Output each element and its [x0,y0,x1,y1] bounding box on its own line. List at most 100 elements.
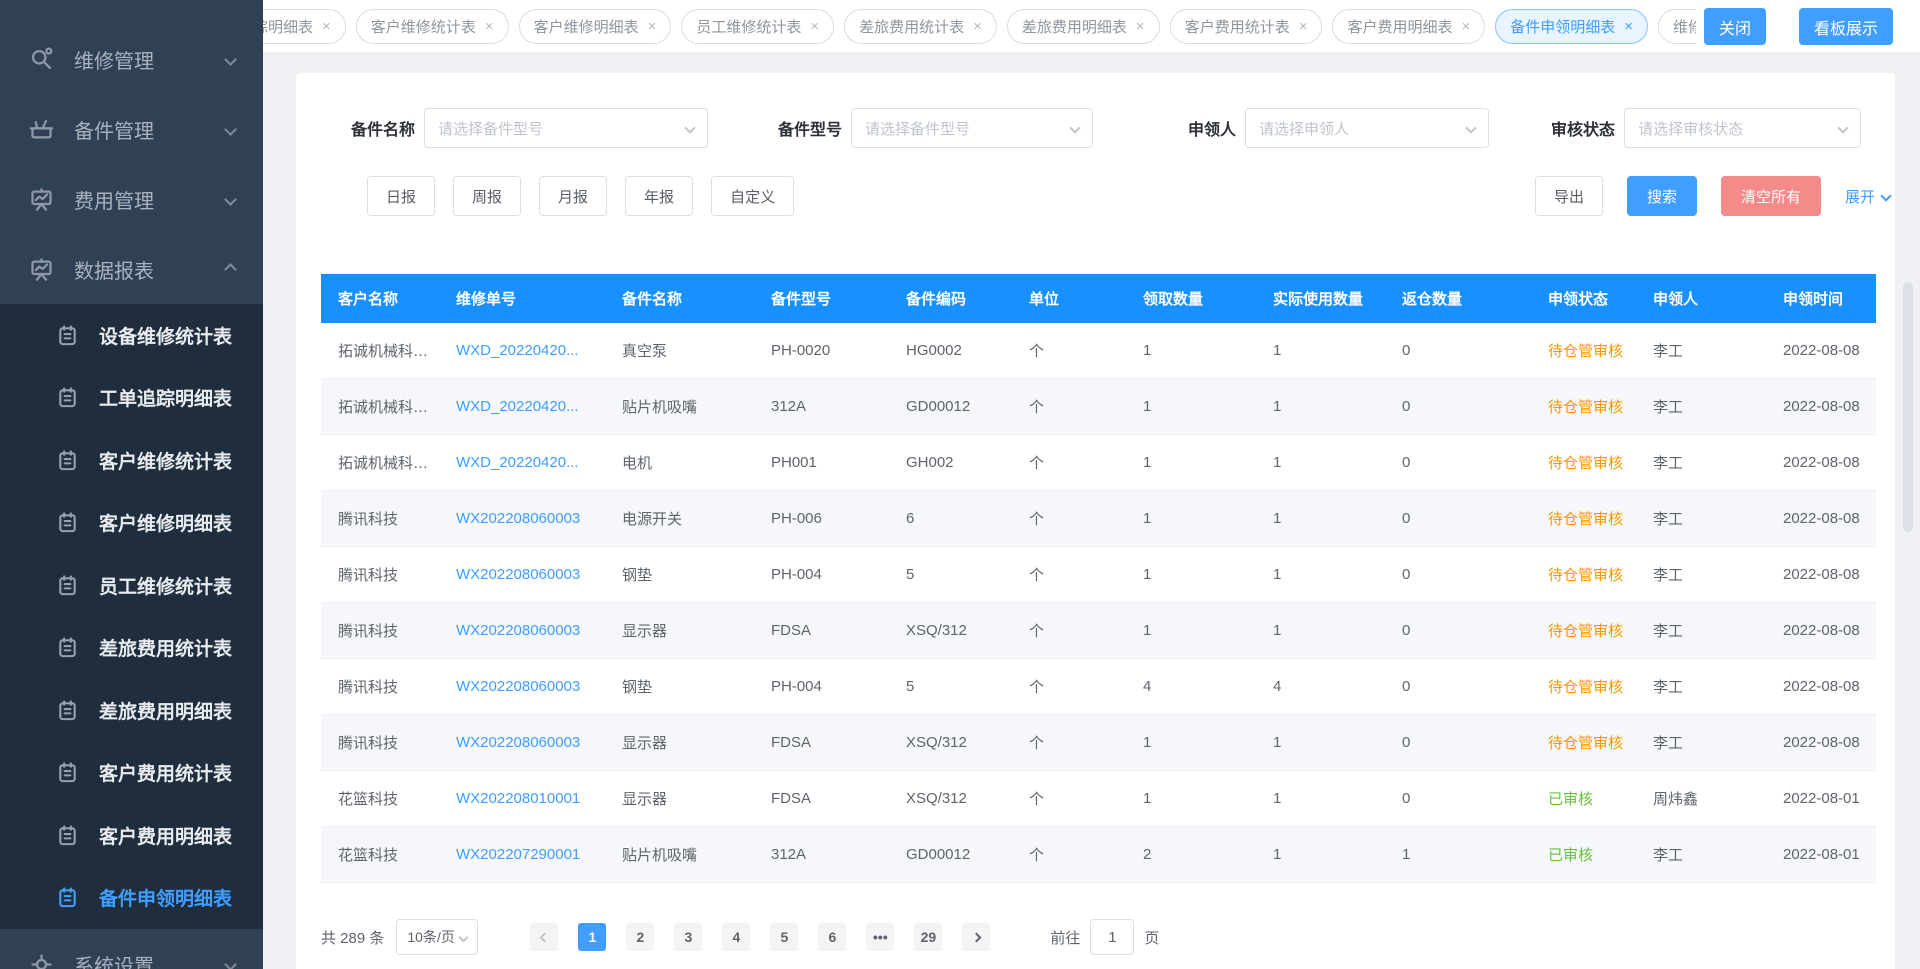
tab[interactable]: 客户费用统计表× [1170,9,1323,44]
scrollbar-thumb[interactable] [1903,282,1913,532]
sidebar-subitem[interactable]: 员工维修统计表 [0,554,263,617]
close-icon[interactable]: × [810,19,819,34]
expand-toggle[interactable]: 展开 [1845,186,1890,207]
goto-page-input[interactable]: 1 [1090,919,1134,955]
sidebar-subitem[interactable]: 设备维修统计表 [0,304,263,367]
period-button[interactable]: 月报 [539,176,607,216]
sidebar-subitem[interactable]: 客户维修明细表 [0,492,263,555]
close-icon[interactable]: × [1624,19,1633,34]
sidebar-item-report[interactable]: 数据报表 [0,234,263,304]
filter-group: 备件名称请选择备件型号 [351,108,708,148]
sidebar-item-expense[interactable]: 费用管理 [0,164,263,234]
period-button[interactable]: 年报 [625,176,693,216]
close-icon[interactable]: × [1136,19,1145,34]
notebook-icon [56,511,79,534]
export-button[interactable]: 导出 [1535,176,1603,216]
column-header-claimed-qty: 领取数量 [1126,288,1256,309]
page-button[interactable]: 3 [674,923,702,951]
page-button[interactable]: 6 [818,923,846,951]
page-button[interactable]: 5 [770,923,798,951]
cell-part-model: PH-004 [754,678,889,695]
cell-repair-order[interactable]: WX202208060003 [439,622,605,639]
close-icon[interactable]: × [1299,19,1308,34]
cell-repair-order[interactable]: WXD_20220420... [439,454,605,471]
total-count: 共 289 条 [321,927,384,948]
cell-used-qty: 4 [1256,678,1385,695]
close-icon[interactable]: × [973,19,982,34]
filter-select[interactable]: 请选择备件型号 [851,108,1093,148]
tab[interactable]: 客户费用明细表× [1332,9,1485,44]
sidebar-item-device[interactable]: 设备管理 [0,0,263,24]
pagination: 共 289 条 10条/页 123456•••29 前往 1 页 [321,919,1876,955]
cell-used-qty: 1 [1256,734,1385,751]
cell-repair-order[interactable]: WX202207290001 [439,846,605,863]
tab[interactable]: 工单追踪明细表× [263,9,346,44]
sidebar-subitem-label: 客户费用统计表 [99,759,232,786]
tab[interactable]: 差旅费用统计表× [844,9,997,44]
cell-unit: 个 [1012,732,1126,753]
page-button[interactable]: 1 [578,923,606,951]
cell-claim-status: 待仓管审核 [1531,452,1636,473]
next-page-button[interactable] [962,923,990,951]
cell-repair-order[interactable]: WX202208060003 [439,734,605,751]
cell-repair-order[interactable]: WX202208060003 [439,510,605,527]
cell-customer-name: 腾讯科技 [321,620,439,641]
tab[interactable]: 员工维修统计表× [681,9,834,44]
cell-used-qty: 1 [1256,790,1385,807]
cell-repair-order[interactable]: WX202208010001 [439,790,605,807]
cell-part-code: XSQ/312 [889,790,1012,807]
close-icon[interactable]: × [1461,19,1470,34]
period-button[interactable]: 周报 [453,176,521,216]
page-button[interactable]: 29 [914,923,942,951]
sidebar-subitem-active[interactable]: 备件申领明细表 [0,867,263,930]
close-icon[interactable]: × [485,19,494,34]
prev-page-button[interactable] [530,923,558,951]
filter-select[interactable]: 请选择备件型号 [424,108,708,148]
cell-part-model: PH-0020 [754,342,889,359]
sidebar-item-settings[interactable]: 系统设置 [0,929,263,969]
filter-select[interactable]: 请选择申领人 [1245,108,1489,148]
cell-used-qty: 1 [1256,510,1385,527]
cell-part-name: 显示器 [605,732,754,753]
search-button[interactable]: 搜索 [1627,176,1697,216]
cell-unit: 个 [1012,564,1126,585]
close-icon[interactable]: × [648,19,657,34]
sidebar-item-repair[interactable]: 维修管理 [0,24,263,94]
clear-all-button[interactable]: 清空所有 [1721,176,1821,216]
cell-repair-order[interactable]: WXD_20220420... [439,342,605,359]
sidebar-subitem[interactable]: 差旅费用统计表 [0,617,263,680]
more-pages-icon[interactable]: ••• [866,923,894,951]
page-button[interactable]: 2 [626,923,654,951]
table-row: 腾讯科技WX202208060003电源开关PH-0066个110待仓管审核李工… [321,491,1876,547]
cell-customer-name: 拓诚机械科技（... [321,396,439,417]
sidebar-subitem[interactable]: 工单追踪明细表 [0,367,263,430]
period-button[interactable]: 自定义 [711,176,794,216]
page-size-select[interactable]: 10条/页 [396,919,478,955]
sidebar-subitem[interactable]: 客户费用统计表 [0,742,263,805]
cell-repair-order[interactable]: WX202208060003 [439,678,605,695]
sidebar-subitem[interactable]: 客户维修统计表 [0,429,263,492]
tab[interactable]: 差旅费用明细表× [1007,9,1160,44]
cell-customer-name: 腾讯科技 [321,676,439,697]
scrollbar[interactable] [1900,278,1916,969]
cell-returned-qty: 0 [1385,510,1531,527]
tab[interactable]: 客户维修明细表× [519,9,672,44]
sidebar-subitem[interactable]: 客户费用明细表 [0,804,263,867]
cell-repair-order[interactable]: WXD_20220420... [439,398,605,415]
cell-customer-name: 花篮科技 [321,788,439,809]
sidebar-subitem-label: 差旅费用统计表 [99,634,232,661]
board-display-button[interactable]: 看板展示 [1799,8,1893,45]
table-row: 腾讯科技WX202208060003钢垫PH-0045个110待仓管审核李工20… [321,547,1876,603]
sidebar-subitem[interactable]: 差旅费用明细表 [0,679,263,742]
tab[interactable]: 客户维修统计表× [356,9,509,44]
period-button[interactable]: 日报 [367,176,435,216]
close-icon[interactable]: × [322,19,331,34]
sidebar-item-spare-parts[interactable]: 备件管理 [0,94,263,164]
cell-repair-order[interactable]: WX202208060003 [439,566,605,583]
close-button[interactable]: 关闭 [1704,8,1766,45]
spare-parts-claim-table: 客户名称维修单号备件名称备件型号备件编码单位领取数量实际使用数量返仓数量申领状态… [321,274,1876,883]
filter-select[interactable]: 请选择审核状态 [1624,108,1861,148]
cell-part-name: 钢垫 [605,564,754,585]
page-button[interactable]: 4 [722,923,750,951]
tab-active[interactable]: 备件申领明细表× [1495,9,1648,44]
